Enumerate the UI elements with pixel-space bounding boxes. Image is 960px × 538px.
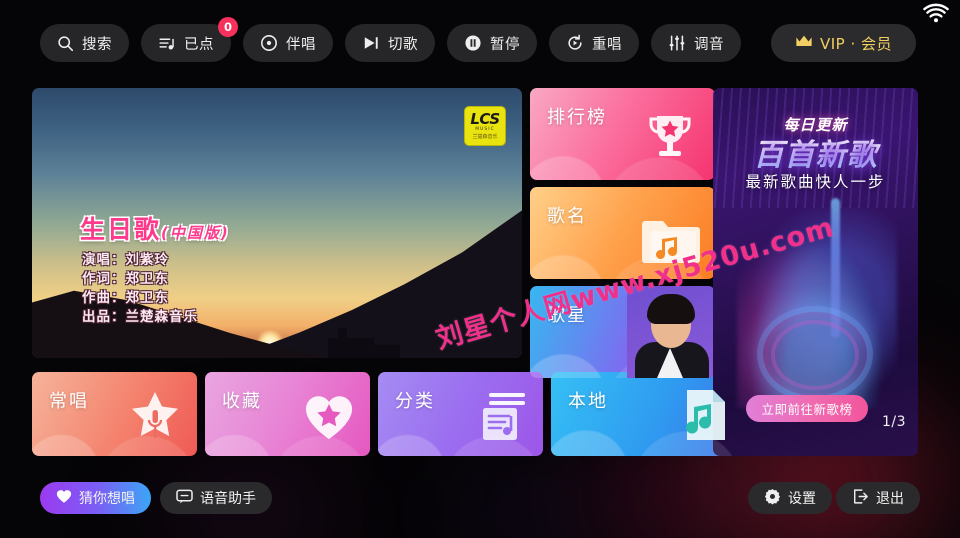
crown-icon [795,34,813,52]
tile-ranking[interactable]: 排行榜 [530,88,715,180]
heart-star-icon [302,390,356,448]
tile-favorites-label: 收藏 [222,391,262,412]
replay-icon [566,34,584,52]
heart-icon [56,489,72,508]
lcs-logo: LCS MUSIC 兰楚森音乐 [464,106,506,146]
tile-category-label: 分类 [395,391,435,412]
lcs-logo-line3: 兰楚森音乐 [472,133,498,140]
next-song-button[interactable]: 切歌 [345,24,435,62]
lcs-logo-line1: LCS [470,110,500,129]
tile-singer-label: 歌星 [547,305,587,326]
pause-label: 暂停 [490,36,520,53]
playlist-icon [158,35,176,52]
search-label: 搜索 [82,36,112,53]
building-1 [328,338,374,358]
tile-category[interactable]: 分类 [378,372,543,456]
song-title-main: 生日歌 [80,215,162,244]
banner-subhead: 最新歌曲快人一步 [745,173,886,191]
tile-local[interactable]: 本地 [551,372,745,456]
credit-lyricist: 作词：郑卫东 [82,271,169,288]
replay-label: 重唱 [592,36,622,53]
ordered-count-badge: 0 [218,17,238,37]
tile-frequent[interactable]: 常唱 [32,372,197,456]
song-title-sub: (中国版) [161,224,230,242]
accompaniment-button[interactable]: 伴唱 [243,24,333,62]
credit-producer: 出品：兰楚森音乐 [82,309,198,326]
singer-photo-icon [627,286,713,378]
tile-song-name[interactable]: 歌名 [530,187,715,279]
vip-label: VIP · 会员 [819,34,892,53]
tile-ranking-label: 排行榜 [547,107,607,128]
replay-button[interactable]: 重唱 [549,24,639,62]
local-music-icon [679,386,731,448]
search-button[interactable]: 搜索 [40,24,129,62]
settings-button[interactable]: 设置 [748,482,832,514]
pause-icon [464,34,482,52]
tuning-label: 调音 [694,36,724,53]
ordered-songs-button[interactable]: 已点 0 [141,17,238,62]
next-song-label: 切歌 [388,36,418,53]
main-stage: LCS MUSIC 兰楚森音乐 生日歌(中国版) 演唱：刘紫玲 作词：郑卫东 作… [32,88,918,456]
song-credits: 演唱：刘紫玲 作词：郑卫东 作曲：郑卫东 出品：兰楚森音乐 [82,251,198,328]
exit-icon [852,488,869,509]
vip-member-button[interactable]: VIP · 会员 [770,24,916,62]
guess-label: 猜你想唱 [79,491,135,507]
tile-frequent-label: 常唱 [49,391,89,412]
exit-label: 退出 [876,491,904,507]
voice-label: 语音助手 [200,491,256,507]
tile-local-label: 本地 [568,391,608,412]
building-3 [374,345,400,358]
pause-button[interactable]: 暂停 [447,24,537,62]
tuning-button[interactable]: 调音 [651,24,741,62]
tile-song-name-label: 歌名 [547,206,587,227]
trophy-icon [639,106,701,172]
accompaniment-label: 伴唱 [286,36,316,53]
video-preview[interactable]: LCS MUSIC 兰楚森音乐 生日歌(中国版) 演唱：刘紫玲 作词：郑卫东 作… [32,88,522,358]
exit-button[interactable]: 退出 [836,482,920,514]
voice-assistant-button[interactable]: 语音助手 [160,482,272,514]
category-list-icon [473,388,529,448]
banner-headline-big: 百首新歌 [713,130,918,174]
song-title: 生日歌(中国版) [80,210,230,246]
top-toolbar: 搜索 已点 0 伴唱 切歌 暂停 重唱 调音 [40,17,741,62]
equalizer-icon [668,34,686,52]
settings-label: 设置 [788,491,816,507]
building-2 [338,328,347,358]
search-icon [57,35,74,52]
disc-icon [260,34,278,52]
tile-favorites[interactable]: 收藏 [205,372,370,456]
credit-singer: 演唱：刘紫玲 [82,252,169,268]
banner-page-indicator: 1/3 [881,414,906,430]
wifi-icon [922,3,950,31]
gear-icon [764,488,781,509]
speech-bubble-icon [176,489,193,508]
guess-you-want-sing-button[interactable]: 猜你想唱 [40,482,151,514]
music-folder-icon [641,211,701,271]
star-mic-icon [127,388,183,448]
banner-cta-button[interactable]: 立即前往新歌榜 [746,395,868,422]
tile-singer[interactable]: 歌星 [530,286,715,378]
banner-ring-inner [771,320,859,390]
next-track-icon [362,35,380,51]
credit-composer: 作曲：郑卫东 [82,290,169,307]
ordered-songs-label: 已点 [184,36,214,53]
lcs-logo-line2: MUSIC [475,127,495,133]
